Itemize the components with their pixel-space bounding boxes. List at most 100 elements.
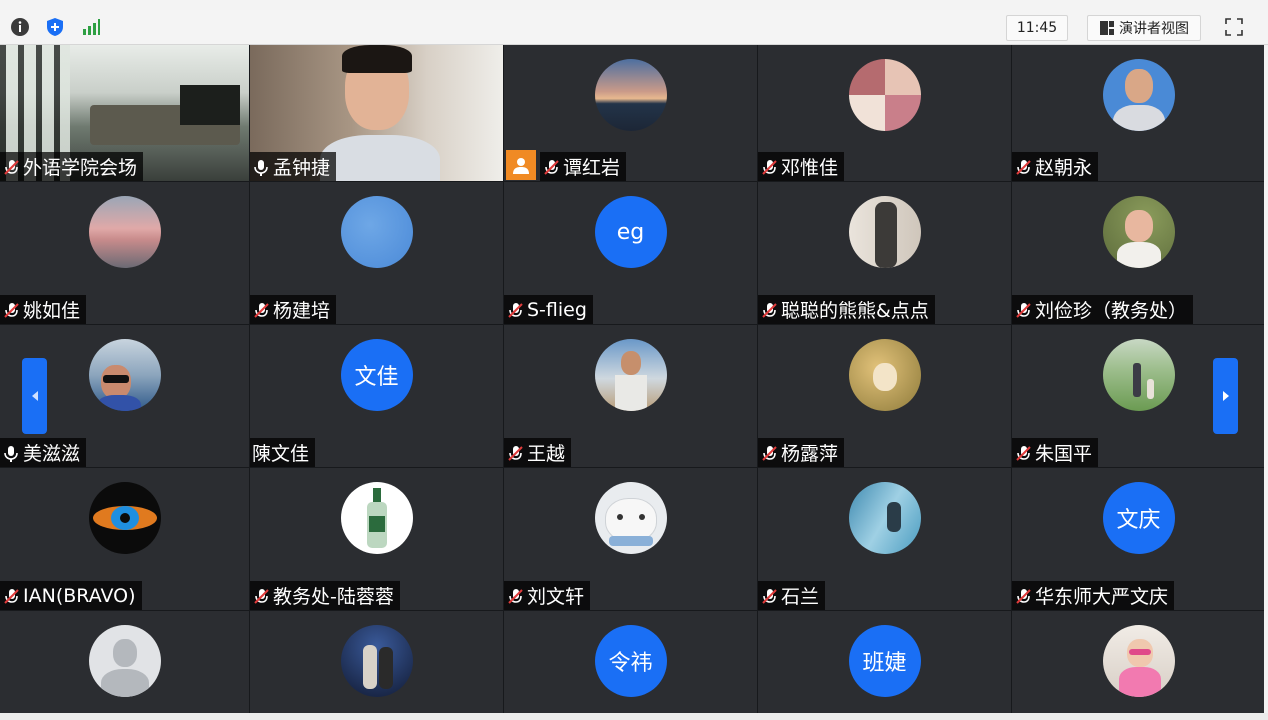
participant-name: IAN(BRAVO) bbox=[23, 584, 136, 607]
participant-name-bar: 聪聪的熊熊&点点 bbox=[758, 295, 935, 324]
participant-name-bar: 美滋滋 bbox=[0, 438, 87, 467]
participant-avatar bbox=[848, 59, 921, 131]
mic-muted-icon bbox=[760, 444, 781, 462]
clock-text: 11:45 bbox=[1016, 20, 1058, 36]
info-icon[interactable] bbox=[9, 16, 31, 38]
participant-tile[interactable]: 石兰 bbox=[758, 468, 1011, 610]
participant-tile[interactable]: 聪聪的熊熊&点点 bbox=[758, 182, 1011, 324]
participant-tile[interactable]: 教务处-陆蓉蓉 bbox=[250, 468, 503, 610]
participant-name-bar: 刘俭珍（教务处） bbox=[1012, 295, 1194, 324]
mic-icon bbox=[252, 158, 273, 176]
participant-avatar: eg bbox=[594, 196, 667, 268]
participant-avatar bbox=[594, 339, 667, 411]
participant-name: S-flieg bbox=[527, 298, 587, 321]
participant-name-bar: 杨露萍 bbox=[758, 438, 845, 467]
mic-muted-icon bbox=[1014, 158, 1035, 176]
participant-name: 孟钟捷 bbox=[273, 157, 331, 179]
participant-name: 华东师大严文庆 bbox=[1035, 586, 1169, 608]
mic-muted-icon bbox=[1014, 444, 1035, 462]
participant-avatar: 文佳 bbox=[340, 339, 413, 411]
participant-name: 王越 bbox=[527, 443, 566, 465]
participant-avatar bbox=[594, 482, 667, 554]
participant-name-bar: 刘文轩 bbox=[504, 581, 591, 610]
participant-name-bar: 外语学院会场 bbox=[0, 152, 144, 181]
shield-icon[interactable] bbox=[44, 16, 66, 38]
participant-avatar bbox=[848, 339, 921, 411]
participant-tile[interactable]: 班婕 bbox=[758, 611, 1011, 713]
participant-tile[interactable]: 姚如佳 bbox=[0, 182, 249, 324]
meeting-top-bar: 11:45 演讲者视图 bbox=[0, 10, 1268, 45]
participant-name: 刘文轩 bbox=[527, 586, 585, 608]
mic-muted-icon bbox=[2, 587, 23, 605]
participant-avatar bbox=[848, 482, 921, 554]
participant-tile[interactable]: 邓惟佳 bbox=[758, 45, 1011, 181]
participant-avatar bbox=[340, 625, 413, 697]
participant-tile[interactable]: 赵朝永 bbox=[1012, 45, 1264, 181]
participant-tile[interactable]: 王越 bbox=[504, 325, 757, 467]
prev-page-button[interactable] bbox=[22, 358, 47, 434]
participant-name: 邓惟佳 bbox=[781, 157, 839, 179]
participant-tile[interactable]: 刘文轩 bbox=[504, 468, 757, 610]
participant-avatar bbox=[88, 482, 161, 554]
participant-avatar bbox=[1102, 196, 1175, 268]
participant-avatar bbox=[1102, 59, 1175, 131]
participant-name-bar: 王越 bbox=[504, 438, 572, 467]
mic-muted-icon bbox=[2, 301, 23, 319]
participant-tile[interactable] bbox=[1012, 611, 1264, 713]
participant-name: 赵朝永 bbox=[1035, 157, 1093, 179]
signal-icon[interactable] bbox=[80, 16, 102, 38]
participant-grid: 外语学院会场 孟钟捷 谭红岩 邓惟佳 赵朝永姚如佳 杨建培 eg S-flieg 聪聪的熊熊&点… bbox=[0, 45, 1264, 713]
participant-name: 杨建培 bbox=[273, 300, 331, 322]
mic-muted-icon bbox=[252, 301, 273, 319]
participant-tile[interactable]: 杨建培 bbox=[250, 182, 503, 324]
mic-muted-icon bbox=[1014, 301, 1035, 319]
participant-tile[interactable]: 孟钟捷 bbox=[250, 45, 503, 181]
participant-name: 外语学院会场 bbox=[23, 157, 138, 179]
participant-tile[interactable]: 杨露萍 bbox=[758, 325, 1011, 467]
participant-tile[interactable]: 文佳陳文佳 bbox=[250, 325, 503, 467]
participant-name-bar: S-flieg bbox=[504, 295, 593, 324]
mic-muted-icon bbox=[760, 587, 781, 605]
participant-tile[interactable] bbox=[250, 611, 503, 713]
participant-name-bar: 朱国平 bbox=[1012, 438, 1099, 467]
mic-muted-icon bbox=[506, 301, 527, 319]
participant-avatar bbox=[340, 482, 413, 554]
participant-name: 陳文佳 bbox=[252, 443, 310, 465]
participant-name-bar: 石兰 bbox=[758, 581, 826, 610]
presenter-view-label: 演讲者视图 bbox=[1119, 21, 1189, 37]
participant-tile[interactable]: 文庆 华东师大严文庆 bbox=[1012, 468, 1264, 610]
mic-muted-icon bbox=[2, 158, 23, 176]
participant-name: 杨露萍 bbox=[781, 443, 839, 465]
mic-icon bbox=[2, 444, 23, 462]
participant-name-bar: 杨建培 bbox=[250, 295, 337, 324]
participant-tile[interactable]: 外语学院会场 bbox=[0, 45, 249, 181]
participant-tile[interactable]: eg S-flieg bbox=[504, 182, 757, 324]
layout-icon bbox=[1099, 20, 1115, 36]
participant-tile[interactable] bbox=[0, 611, 249, 713]
participant-tile[interactable]: 谭红岩 bbox=[504, 45, 757, 181]
next-page-button[interactable] bbox=[1213, 358, 1238, 434]
participant-avatar bbox=[1102, 625, 1175, 697]
host-icon bbox=[506, 150, 536, 180]
participant-name-bar: 姚如佳 bbox=[0, 295, 87, 324]
mic-muted-icon bbox=[542, 158, 563, 176]
participant-avatar bbox=[1102, 339, 1175, 411]
participant-name: 聪聪的熊熊&点点 bbox=[781, 300, 929, 322]
presenter-view-button[interactable]: 演讲者视图 bbox=[1087, 15, 1201, 41]
participant-name-bar: 谭红岩 bbox=[540, 152, 627, 181]
participant-name-bar: 陳文佳 bbox=[250, 438, 316, 467]
participant-tile[interactable]: 令祎 bbox=[504, 611, 757, 713]
participant-avatar bbox=[88, 196, 161, 268]
participant-name-bar: 赵朝永 bbox=[1012, 152, 1099, 181]
participant-tile[interactable]: 刘俭珍（教务处） bbox=[1012, 182, 1264, 324]
fullscreen-icon bbox=[1225, 18, 1243, 36]
participant-tile[interactable]: IAN(BRAVO) bbox=[0, 468, 249, 610]
mic-muted-icon bbox=[252, 587, 273, 605]
mic-muted-icon bbox=[1014, 587, 1035, 605]
mic-muted-icon bbox=[506, 587, 527, 605]
fullscreen-button[interactable] bbox=[1220, 15, 1248, 39]
participant-name-bar: 华东师大严文庆 bbox=[1012, 581, 1175, 610]
participant-name: 姚如佳 bbox=[23, 300, 81, 322]
participant-avatar: 令祎 bbox=[594, 625, 667, 697]
bottom-strip bbox=[0, 713, 1268, 720]
